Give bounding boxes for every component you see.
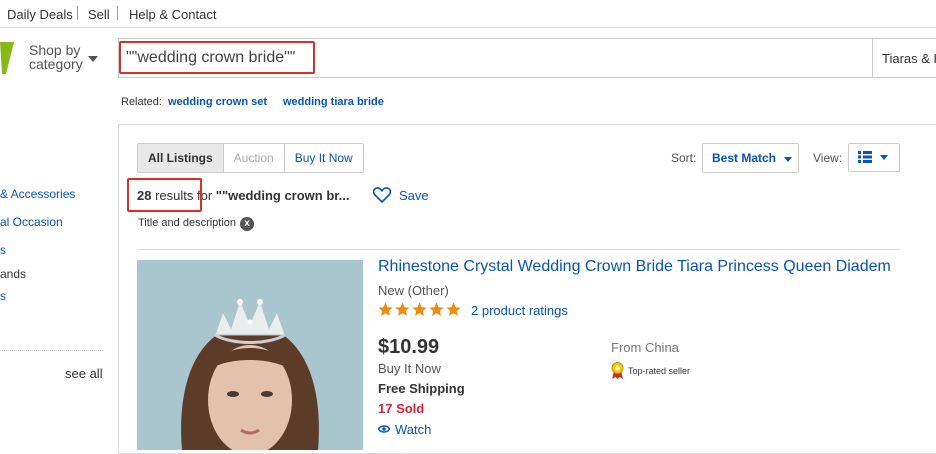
eye-icon[interactable] xyxy=(378,424,390,434)
view-dropdown[interactable] xyxy=(848,143,900,172)
top-rated-badge-icon xyxy=(611,362,624,379)
close-icon[interactable]: x xyxy=(240,217,254,231)
related-link[interactable]: wedding tiara bride xyxy=(283,96,384,108)
sidebar-item[interactable]: & Accessories xyxy=(0,187,75,201)
star-icon xyxy=(412,302,427,316)
sell-link[interactable]: Sell xyxy=(88,7,110,22)
sidebar-item[interactable]: s xyxy=(0,243,6,257)
save-search-button[interactable]: Save xyxy=(399,188,429,203)
filter-chip-label: Title and description xyxy=(138,217,237,229)
sold-count: 17 Sold xyxy=(378,401,425,416)
sidebar-item[interactable]: s xyxy=(0,289,6,303)
sidebar-divider xyxy=(0,350,103,351)
related-link[interactable]: wedding crown set xyxy=(168,96,267,108)
help-contact-link[interactable]: Help & Contact xyxy=(129,7,216,22)
shipping-info: Free Shipping xyxy=(378,381,465,396)
logo-icon[interactable] xyxy=(0,42,14,74)
listing-format: Buy It Now xyxy=(378,361,441,376)
listing-price: $10.99 xyxy=(378,336,440,358)
shop-by-category-button[interactable]: Shop by category xyxy=(29,43,83,71)
see-all-link[interactable]: see all xyxy=(65,366,103,381)
tab-auction[interactable]: Auction xyxy=(224,144,285,172)
category-select-value[interactable]: Tiaras & H xyxy=(882,51,936,66)
nav-separator xyxy=(117,6,118,20)
chevron-down-icon[interactable] xyxy=(880,155,888,160)
listing-type-tabs: All Listings Auction Buy It Now xyxy=(137,143,364,173)
sort-value[interactable]: Best Match xyxy=(712,151,776,165)
star-rating[interactable] xyxy=(378,302,461,317)
category-label: category xyxy=(29,56,83,72)
watch-link[interactable]: Watch xyxy=(395,422,431,437)
sort-label: Sort: xyxy=(671,151,697,165)
top-rated-seller-label: Top-rated seller xyxy=(628,366,691,376)
star-icon xyxy=(429,302,444,316)
daily-deals-link[interactable]: Daily Deals xyxy=(7,7,73,22)
chevron-down-icon[interactable] xyxy=(784,157,792,162)
sidebar-item[interactable]: ands xyxy=(0,267,26,281)
sidebar-item[interactable]: al Occasion xyxy=(0,215,63,229)
star-icon xyxy=(446,302,461,316)
related-label: Related: xyxy=(121,96,162,108)
view-label: View: xyxy=(813,151,843,165)
product-ratings-link[interactable]: 2 product ratings xyxy=(471,303,568,318)
star-icon xyxy=(378,302,393,316)
chevron-down-icon[interactable] xyxy=(88,56,98,62)
tab-buy-it-now[interactable]: Buy It Now xyxy=(285,144,363,172)
star-icon xyxy=(395,302,410,316)
listing-condition: New (Other) xyxy=(378,283,449,298)
top-navigation-bar: Daily Deals Sell Help & Contact xyxy=(0,0,936,28)
results-query: ""wedding crown br... xyxy=(215,188,350,203)
nav-separator xyxy=(77,6,78,20)
shop-by-label: Shop by xyxy=(29,42,81,58)
search-highlight-box xyxy=(119,41,315,74)
count-highlight-box xyxy=(127,178,202,212)
results-divider xyxy=(137,249,900,250)
tab-all-listings[interactable]: All Listings xyxy=(138,144,224,172)
listing-title-link[interactable]: Rhinestone Crystal Wedding Crown Bride T… xyxy=(378,258,891,276)
list-view-icon[interactable] xyxy=(858,151,872,163)
listing-image[interactable] xyxy=(137,260,363,450)
item-location: From China xyxy=(611,340,679,355)
heart-icon[interactable] xyxy=(373,187,391,203)
